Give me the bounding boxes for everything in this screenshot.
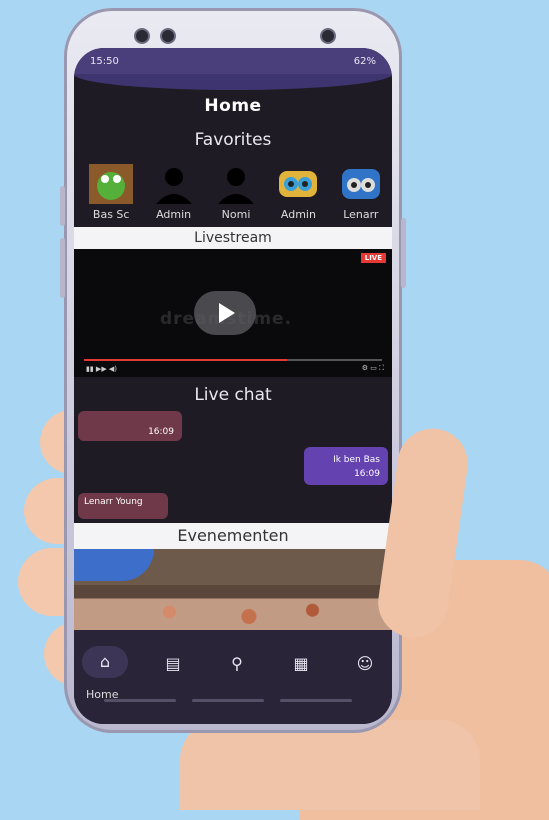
nav-indicator (104, 699, 176, 702)
calendar-icon: ▦ (293, 654, 309, 673)
chat-messages: 16:09 Ik ben Bas 16:09 Lenarr Young (74, 405, 392, 523)
livestream-title: Livestream (74, 227, 392, 249)
sensor-icon (322, 30, 334, 42)
sensor-icon (136, 30, 148, 42)
chat-time: 16:09 (148, 427, 174, 437)
chat-time: 16:09 (354, 469, 380, 479)
person-icon (151, 164, 197, 204)
livechat-title: Live chat (194, 385, 272, 405)
front-camera-icon (162, 30, 174, 42)
hand-wrist (180, 720, 480, 810)
event-image[interactable] (74, 549, 392, 639)
phone-device: 15:50 62% Home Favorites Bas Sc Admin No… (60, 8, 406, 733)
chat-bubble-sent: Ik ben Bas 16:09 (304, 447, 388, 485)
favorite-item[interactable]: Bas Sc (80, 164, 142, 221)
favorite-item[interactable]: Lenarr (330, 164, 392, 221)
favorites-list: Bas Sc Admin Nomi Admin Lenarr (74, 164, 392, 221)
video-controls-right[interactable]: ⚙ ▭ ⛶ (362, 364, 384, 373)
app-screen: 15:50 62% Home Favorites Bas Sc Admin No… (74, 48, 392, 724)
favorite-item[interactable]: Nomi (205, 164, 267, 221)
favorite-name: Lenarr (343, 208, 379, 221)
search-user-icon: ⚲ (231, 654, 243, 673)
profile-icon: ☺ (356, 654, 374, 673)
umbrella-shape (74, 549, 154, 581)
power-button (401, 218, 406, 288)
chat-text: Lenarr Young (84, 497, 143, 507)
events-title: Evenementen (74, 523, 392, 549)
chat-text: Ik ben Bas (333, 455, 380, 465)
livestream-player[interactable]: LIVE dreamstime. ▮▮ ▶▶ ◀) ⚙ ▭ ⛶ (74, 249, 392, 377)
nav-indicator (192, 699, 264, 702)
header-wave (74, 74, 392, 90)
status-time: 15:50 (90, 55, 119, 67)
video-progress-fill (84, 359, 287, 361)
home-icon: ⌂ (99, 652, 111, 671)
favorite-item[interactable]: Admin (142, 164, 204, 221)
nav-calendar-button[interactable]: ▦ (278, 648, 324, 682)
page-title: Home (204, 96, 262, 116)
person-icon (213, 164, 259, 204)
video-controls-left[interactable]: ▮▮ ▶▶ ◀) (86, 365, 117, 373)
volume-down-button (60, 238, 65, 298)
video-progress-bar[interactable] (84, 359, 382, 361)
nav-profile-button[interactable]: ☺ (342, 648, 388, 682)
bottom-navigation: ⌂ Home ▤ ⚲ ▦ ☺ (74, 630, 392, 724)
nav-chat-button[interactable]: ▤ (150, 648, 196, 682)
owl-avatar-icon (338, 164, 384, 204)
chat-bubble-received: 16:09 (78, 411, 182, 441)
favorite-name: Admin (280, 208, 316, 221)
nav-search-user-button[interactable]: ⚲ (214, 648, 260, 682)
favorite-name: Admin (156, 208, 192, 221)
nav-indicator (280, 699, 352, 702)
favorite-name: Bas Sc (92, 208, 130, 221)
chat-icon: ▤ (165, 654, 181, 673)
favorite-name: Nomi (221, 208, 251, 221)
status-bar: 15:50 62% (74, 48, 392, 74)
volume-up-button (60, 186, 65, 226)
favorites-title: Favorites (194, 130, 272, 150)
live-badge: LIVE (360, 253, 386, 263)
play-button-icon[interactable] (194, 291, 256, 335)
kermit-avatar-icon (88, 164, 134, 204)
nav-home-button[interactable]: ⌂ (82, 646, 128, 678)
owl-avatar-icon (275, 164, 321, 204)
chat-bubble-received: Lenarr Young (78, 493, 168, 519)
favorite-item[interactable]: Admin (267, 164, 329, 221)
status-battery: 62% (353, 55, 376, 67)
